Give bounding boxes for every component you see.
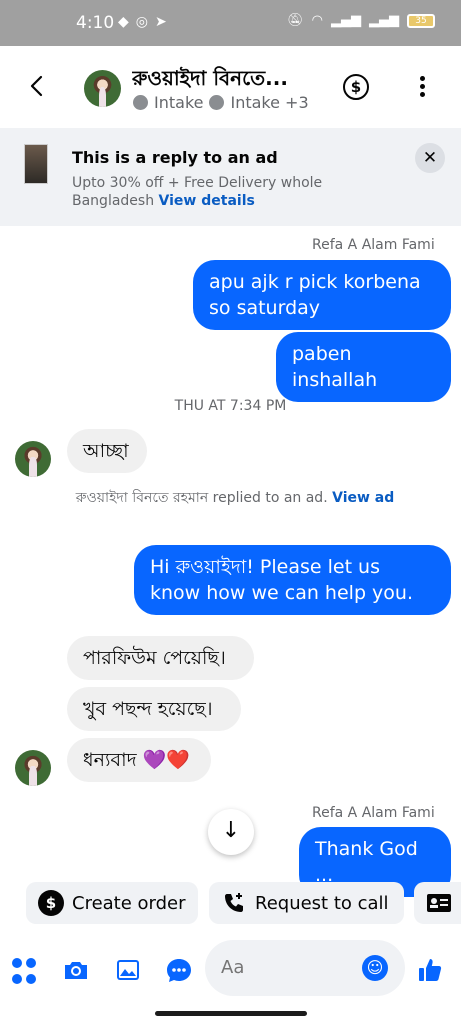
label-dot-icon: [133, 95, 148, 110]
ad-banner-body: Upto 30% off + Free Delivery whole Bangl…: [72, 174, 372, 210]
ad-banner-title: This is a reply to an ad: [72, 148, 278, 167]
contact-labels[interactable]: Intake Intake +3: [133, 93, 309, 112]
mute-icon: 🔕︎: [287, 13, 304, 28]
label-intake-more: Intake +3: [230, 93, 309, 112]
request-to-call-button[interactable]: Request to call: [209, 882, 404, 924]
wifi-icon: ◠: [311, 13, 323, 28]
send-status-icon: ➤: [155, 14, 167, 30]
contact-card-icon: [427, 894, 451, 912]
timestamp-divider: THU AT 7:34 PM: [174, 398, 287, 414]
ad-reply-banner: This is a reply to an ad Upto 30% off + …: [0, 128, 461, 226]
outgoing-message[interactable]: Hi রুওয়াইদা! Please let us know how we …: [134, 545, 451, 615]
label-dot-icon: [209, 95, 225, 110]
outgoing-message[interactable]: apu ajk r pick korbena so saturday: [193, 260, 451, 330]
contact-avatar[interactable]: [84, 70, 121, 107]
dollar-icon: $: [38, 890, 64, 916]
message-composer: ☺: [0, 936, 461, 1004]
chat-bubble-icon[interactable]: [165, 956, 193, 984]
home-indicator[interactable]: [155, 1011, 307, 1016]
label-intake: Intake: [154, 93, 204, 112]
scroll-down-arrow-icon[interactable]: ↓: [208, 809, 254, 855]
back-arrow-icon[interactable]: [24, 72, 52, 100]
battery-icon: 35: [407, 13, 435, 28]
request-to-call-label: Request to call: [255, 892, 389, 914]
more-options-icon[interactable]: [418, 76, 426, 98]
emoji-icon[interactable]: ☺: [362, 955, 388, 981]
incoming-message[interactable]: পারফিউম পেয়েছি।: [67, 636, 254, 680]
signal-icon-2: ▂▄▆: [369, 13, 399, 28]
contact-card-button[interactable]: [414, 882, 461, 924]
snapchat-icon: ◆: [118, 14, 129, 30]
view-details-link[interactable]: View details: [159, 193, 255, 209]
gallery-icon[interactable]: [114, 956, 142, 984]
ad-thumbnail: [24, 144, 48, 184]
signal-icon: ▂▄▆: [331, 13, 361, 28]
more-actions-grid-icon[interactable]: [12, 958, 40, 986]
camera-icon[interactable]: [62, 956, 90, 984]
outgoing-message[interactable]: paben inshallah: [276, 332, 451, 402]
status-bar: 4:10 ◆ ◎ ➤ 🔕︎ ◠ ▂▄▆ ▂▄▆ 35: [0, 0, 461, 46]
chat-header: রুওয়াইদা বিনতে... Intake Intake +3 $: [0, 46, 461, 128]
phone-add-icon: [221, 890, 247, 916]
view-ad-link[interactable]: View ad: [332, 490, 394, 506]
status-notification-icons: ◆ ◎ ➤: [118, 14, 167, 30]
payment-dollar-icon[interactable]: $: [343, 74, 369, 100]
messenger-status-icon: ◎: [135, 14, 148, 30]
status-system-icons: 🔕︎ ◠ ▂▄▆ ▂▄▆ 35: [287, 13, 435, 28]
ad-reply-notice: রুওয়াইদা বিনতে রহমান replied to an ad. …: [70, 488, 400, 509]
ad-reply-notice-text: রুওয়াইদা বিনতে রহমান replied to an ad.: [75, 490, 328, 506]
incoming-message[interactable]: আচ্ছা: [67, 429, 147, 473]
system-nav-bar: [0, 1004, 461, 1024]
incoming-message[interactable]: খুব পছন্দ হয়েছে।: [67, 687, 241, 731]
create-order-button[interactable]: $ Create order: [26, 882, 198, 924]
incoming-message[interactable]: ধন্যবাদ 💜❤️: [67, 738, 211, 782]
sender-avatar[interactable]: [15, 441, 51, 477]
create-order-label: Create order: [72, 892, 186, 914]
status-time: 4:10: [76, 13, 115, 33]
sender-name: Refa A Alam Fami: [312, 237, 435, 253]
sender-name: Refa A Alam Fami: [312, 805, 435, 821]
close-banner-button[interactable]: ✕: [415, 143, 445, 173]
like-thumb-icon[interactable]: [416, 956, 444, 984]
sender-avatar[interactable]: [15, 750, 51, 786]
